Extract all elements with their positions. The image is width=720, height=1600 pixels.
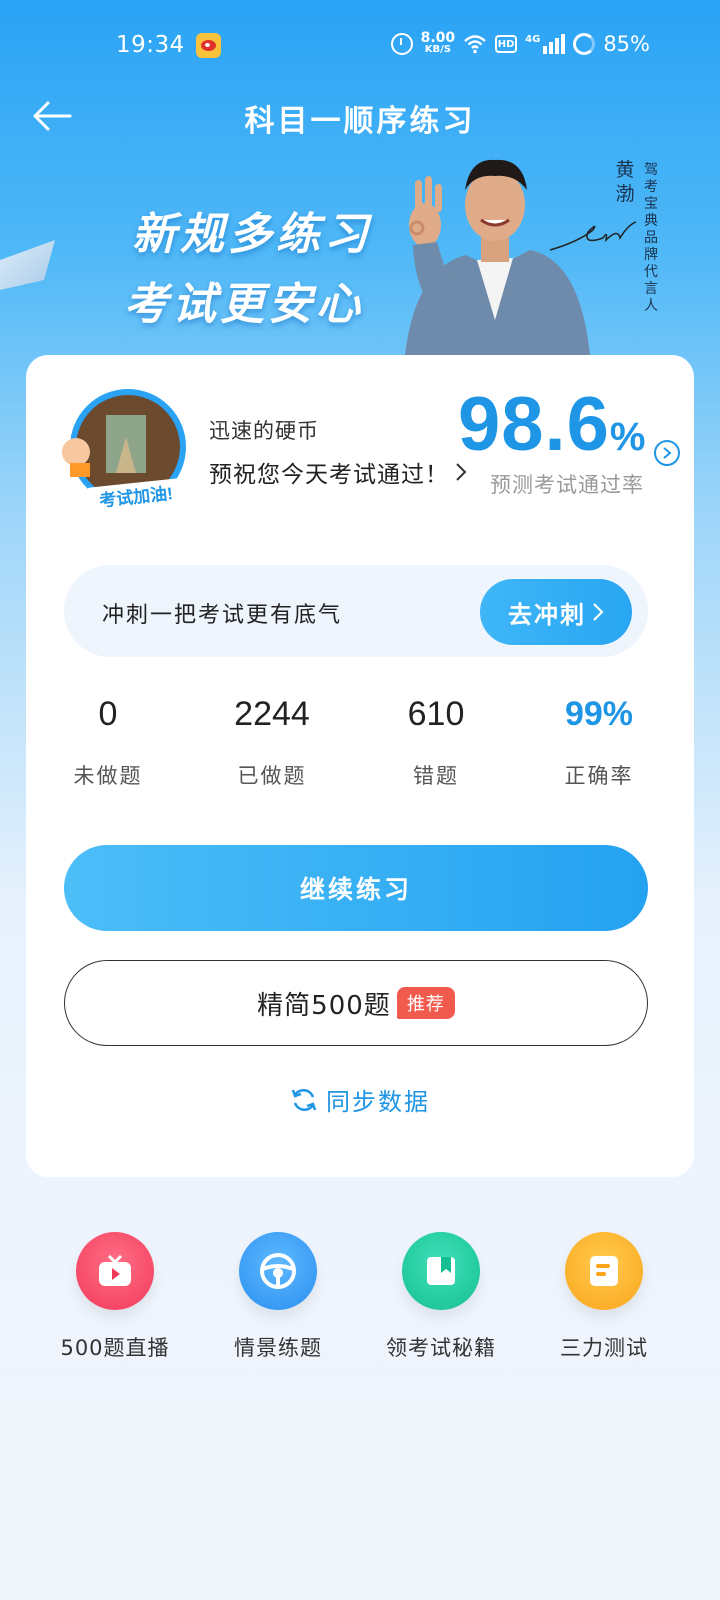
simplified-500-button[interactable]: 精简500题 推荐 [64,960,648,1046]
chevron-right-icon [593,603,604,621]
sprint-text: 冲刺一把考试更有底气 [102,603,343,628]
shortcut-grid: 500题直播 情景练题 领考试秘籍 三力测试 [0,1232,720,1372]
shortcut-live[interactable]: 500题直播 [30,1232,200,1362]
shortcut-label: 500题直播 [60,1336,170,1360]
wish-link[interactable]: 预祝您今天考试通过！ [209,455,467,489]
pass-rate-value: 98.6 [458,382,610,467]
stat-label: 错题 [413,764,459,788]
hd-badge: HD [495,35,518,53]
avatar[interactable]: 考试加油! [56,387,196,517]
stat-value: 2244 [234,695,310,733]
sprint-button-label: 去冲刺 [508,600,586,629]
stat-accuracy[interactable]: 99% 正确率 [529,695,669,790]
net-speed: 8.00 KB/S [420,30,456,56]
stat-undone[interactable]: 0 未做题 [38,695,178,790]
stat-label: 未做题 [73,764,143,788]
shortcut-tips[interactable]: 领考试秘籍 [356,1232,526,1362]
banner[interactable]: 新规多练习 考试更安心 黄渤 驾考宝典品牌代言人 [0,150,720,355]
shortcut-three-ability[interactable]: 三力测试 [519,1232,689,1362]
stat-value: 610 [407,695,465,733]
tv-play-icon [76,1232,154,1310]
wish-text: 预祝您今天考试通过！ [209,462,449,488]
net-speed-value: 8.00 [420,30,456,46]
username: 迅速的硬币 [209,419,319,443]
sync-icon [291,1088,317,1111]
steering-wheel-icon [239,1232,317,1310]
stat-done[interactable]: 2244 已做题 [202,695,342,790]
stat-value: 0 [98,695,118,733]
practice-card: 考试加油! 迅速的硬币 预祝您今天考试通过！ 98.6 % 预测考试通过率 冲刺… [26,355,694,1177]
test-sheet-icon [565,1232,643,1310]
shortcut-scenario[interactable]: 情景练题 [193,1232,363,1362]
pass-rate-detail-icon[interactable] [654,440,680,466]
stat-label: 已做题 [237,764,307,788]
network-type: 4G [525,34,541,45]
banner-slogan-2: 考试更安心 [124,279,364,330]
stat-value: 99% [564,695,634,733]
stat-label: 正确率 [564,764,634,788]
endorser-title: 驾考宝典品牌代言人 [644,162,658,314]
status-indicators: 8.00 KB/S HD 4G 85% [390,30,650,56]
recommend-badge: 推荐 [396,987,455,1019]
pass-rate-unit: % [609,415,646,459]
banner-slogan-1: 新规多练习 [132,209,372,260]
alarm-icon [390,33,413,55]
net-speed-unit: KB/S [424,44,451,55]
pass-rate[interactable]: 98.6 % [458,381,646,468]
signal-icon: 4G [525,34,566,54]
status-time: 19:34 [116,32,185,58]
shortcut-label: 三力测试 [560,1336,648,1360]
wifi-icon [464,35,486,54]
pass-rate-label: 预测考试通过率 [490,473,644,497]
sync-label: 同步数据 [326,1088,430,1116]
endorser-name: 黄渤 [615,159,635,205]
sprint-button[interactable]: 去冲刺 [480,579,632,645]
sync-data-link[interactable]: 同步数据 [26,1082,694,1117]
sprint-banner: 冲刺一把考试更有底气 去冲刺 [64,565,648,657]
stat-wrong[interactable]: 610 错题 [366,695,506,790]
page-title: 科目一顺序练习 [244,104,476,139]
shortcut-label: 领考试秘籍 [386,1336,496,1360]
book-icon [402,1232,480,1310]
battery-icon [573,33,596,55]
status-bar: 19:34 8.00 KB/S HD 4G 85% [0,0,720,92]
shortcut-label: 情景练题 [234,1336,322,1360]
continue-practice-button[interactable]: 继续练习 [64,845,648,931]
simplified-label: 精简500题 [257,990,391,1021]
battery-percent: 85% [603,32,650,56]
weibo-notification-icon [196,33,221,58]
signature-icon [549,221,637,251]
stats-row: 0 未做题 2244 已做题 610 错题 99% 正确率 [26,695,694,805]
